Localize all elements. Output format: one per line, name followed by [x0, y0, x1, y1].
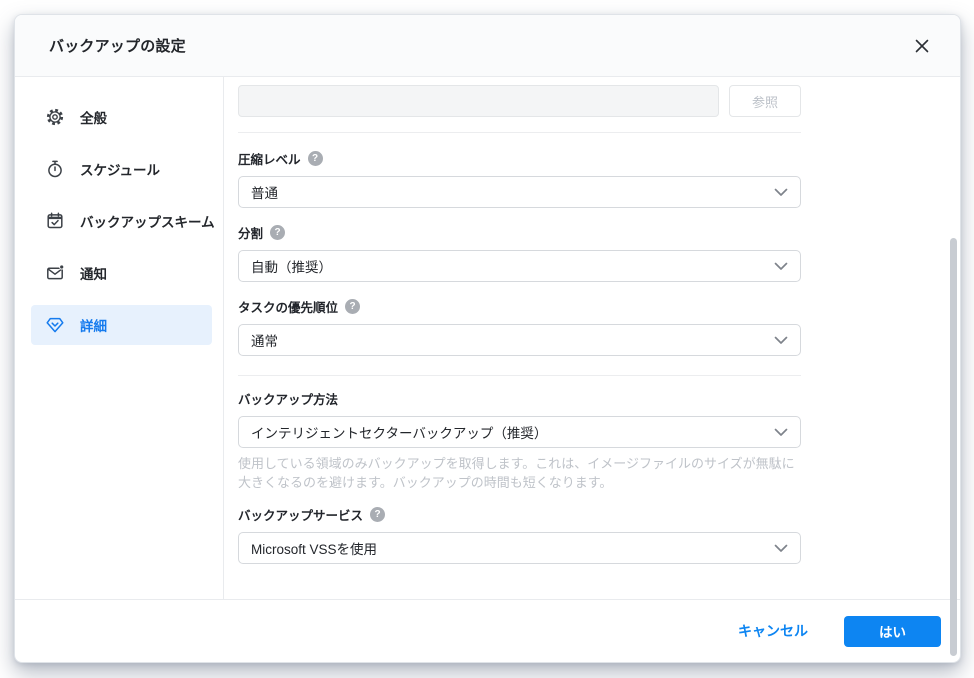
backup-path-input[interactable] — [238, 85, 719, 117]
split-value: 自動（推奨） — [251, 256, 766, 276]
backup-service-select[interactable]: Microsoft VSSを使用 — [238, 532, 801, 564]
sidebar-item-label: 詳細 — [80, 315, 107, 335]
backup-service-label: バックアップサービス — [238, 505, 363, 524]
help-icon[interactable]: ? — [345, 299, 360, 314]
ok-button[interactable]: はい — [844, 616, 941, 647]
split-label: 分割 — [238, 223, 263, 242]
sidebar-item-label: 通知 — [80, 263, 107, 283]
chevron-down-icon — [774, 336, 788, 345]
backup-service-group: バックアップサービス ? Microsoft VSSを使用 — [238, 505, 801, 564]
task-priority-label: タスクの優先順位 — [238, 297, 338, 316]
section-divider — [238, 132, 801, 133]
sidebar-item-label: 全般 — [80, 107, 107, 127]
compression-level-label: 圧縮レベル — [238, 149, 301, 168]
sidebar-item-label: スケジュール — [80, 159, 160, 179]
gem-icon — [45, 315, 65, 335]
backup-method-select[interactable]: インテリジェントセクターバックアップ（推奨） — [238, 416, 801, 448]
compression-level-group: 圧縮レベル ? 普通 — [238, 149, 801, 208]
sidebar-item-label: バックアップスキーム — [80, 211, 215, 231]
dialog-body: 全般 スケジュール バックアップスキーム — [15, 77, 960, 599]
sidebar-item-backup-scheme[interactable]: バックアップスキーム — [31, 201, 212, 241]
chevron-down-icon — [774, 544, 788, 553]
chevron-down-icon — [774, 428, 788, 437]
backup-path-row: 参照 — [238, 85, 801, 117]
sidebar-item-notifications[interactable]: 通知 — [31, 253, 212, 293]
split-group: 分割 ? 自動（推奨） — [238, 223, 801, 282]
sidebar-item-general[interactable]: 全般 — [31, 97, 212, 137]
backup-method-label: バックアップ方法 — [238, 389, 338, 408]
sidebar-item-advanced[interactable]: 詳細 — [31, 305, 212, 345]
cancel-button[interactable]: キャンセル — [738, 621, 808, 641]
calendar-check-icon — [45, 211, 65, 231]
settings-content: 参照 圧縮レベル ? 普通 — [224, 77, 960, 599]
browse-button[interactable]: 参照 — [729, 85, 801, 117]
close-icon — [915, 39, 929, 53]
task-priority-value: 通常 — [251, 330, 766, 350]
split-select[interactable]: 自動（推奨） — [238, 250, 801, 282]
help-icon[interactable]: ? — [308, 151, 323, 166]
task-priority-select[interactable]: 通常 — [238, 324, 801, 356]
sidebar-item-schedule[interactable]: スケジュール — [31, 149, 212, 189]
settings-sidebar: 全般 スケジュール バックアップスキーム — [15, 77, 224, 599]
chevron-down-icon — [774, 262, 788, 271]
backup-service-value: Microsoft VSSを使用 — [251, 538, 766, 558]
backup-method-value: インテリジェントセクターバックアップ（推奨） — [251, 422, 766, 442]
section-divider — [238, 375, 801, 376]
close-button[interactable] — [908, 32, 936, 60]
compression-level-value: 普通 — [251, 182, 766, 202]
dialog-footer: キャンセル はい — [15, 599, 960, 662]
scrollbar-thumb[interactable] — [950, 238, 957, 656]
backup-settings-dialog: バックアップの設定 全般 — [14, 14, 961, 663]
backup-method-group: バックアップ方法 インテリジェントセクターバックアップ（推奨） 使用している領域… — [238, 389, 801, 492]
mail-notification-icon — [45, 263, 65, 283]
task-priority-group: タスクの優先順位 ? 通常 — [238, 297, 801, 356]
chevron-down-icon — [774, 188, 788, 197]
help-icon[interactable]: ? — [370, 507, 385, 522]
dialog-title: バックアップの設定 — [49, 35, 186, 56]
help-icon[interactable]: ? — [270, 225, 285, 240]
stopwatch-icon — [45, 159, 65, 179]
gear-icon — [45, 107, 65, 127]
dialog-header: バックアップの設定 — [15, 15, 960, 77]
backup-method-description: 使用している領域のみバックアップを取得します。これは、イメージファイルのサイズが… — [238, 454, 801, 492]
compression-level-select[interactable]: 普通 — [238, 176, 801, 208]
